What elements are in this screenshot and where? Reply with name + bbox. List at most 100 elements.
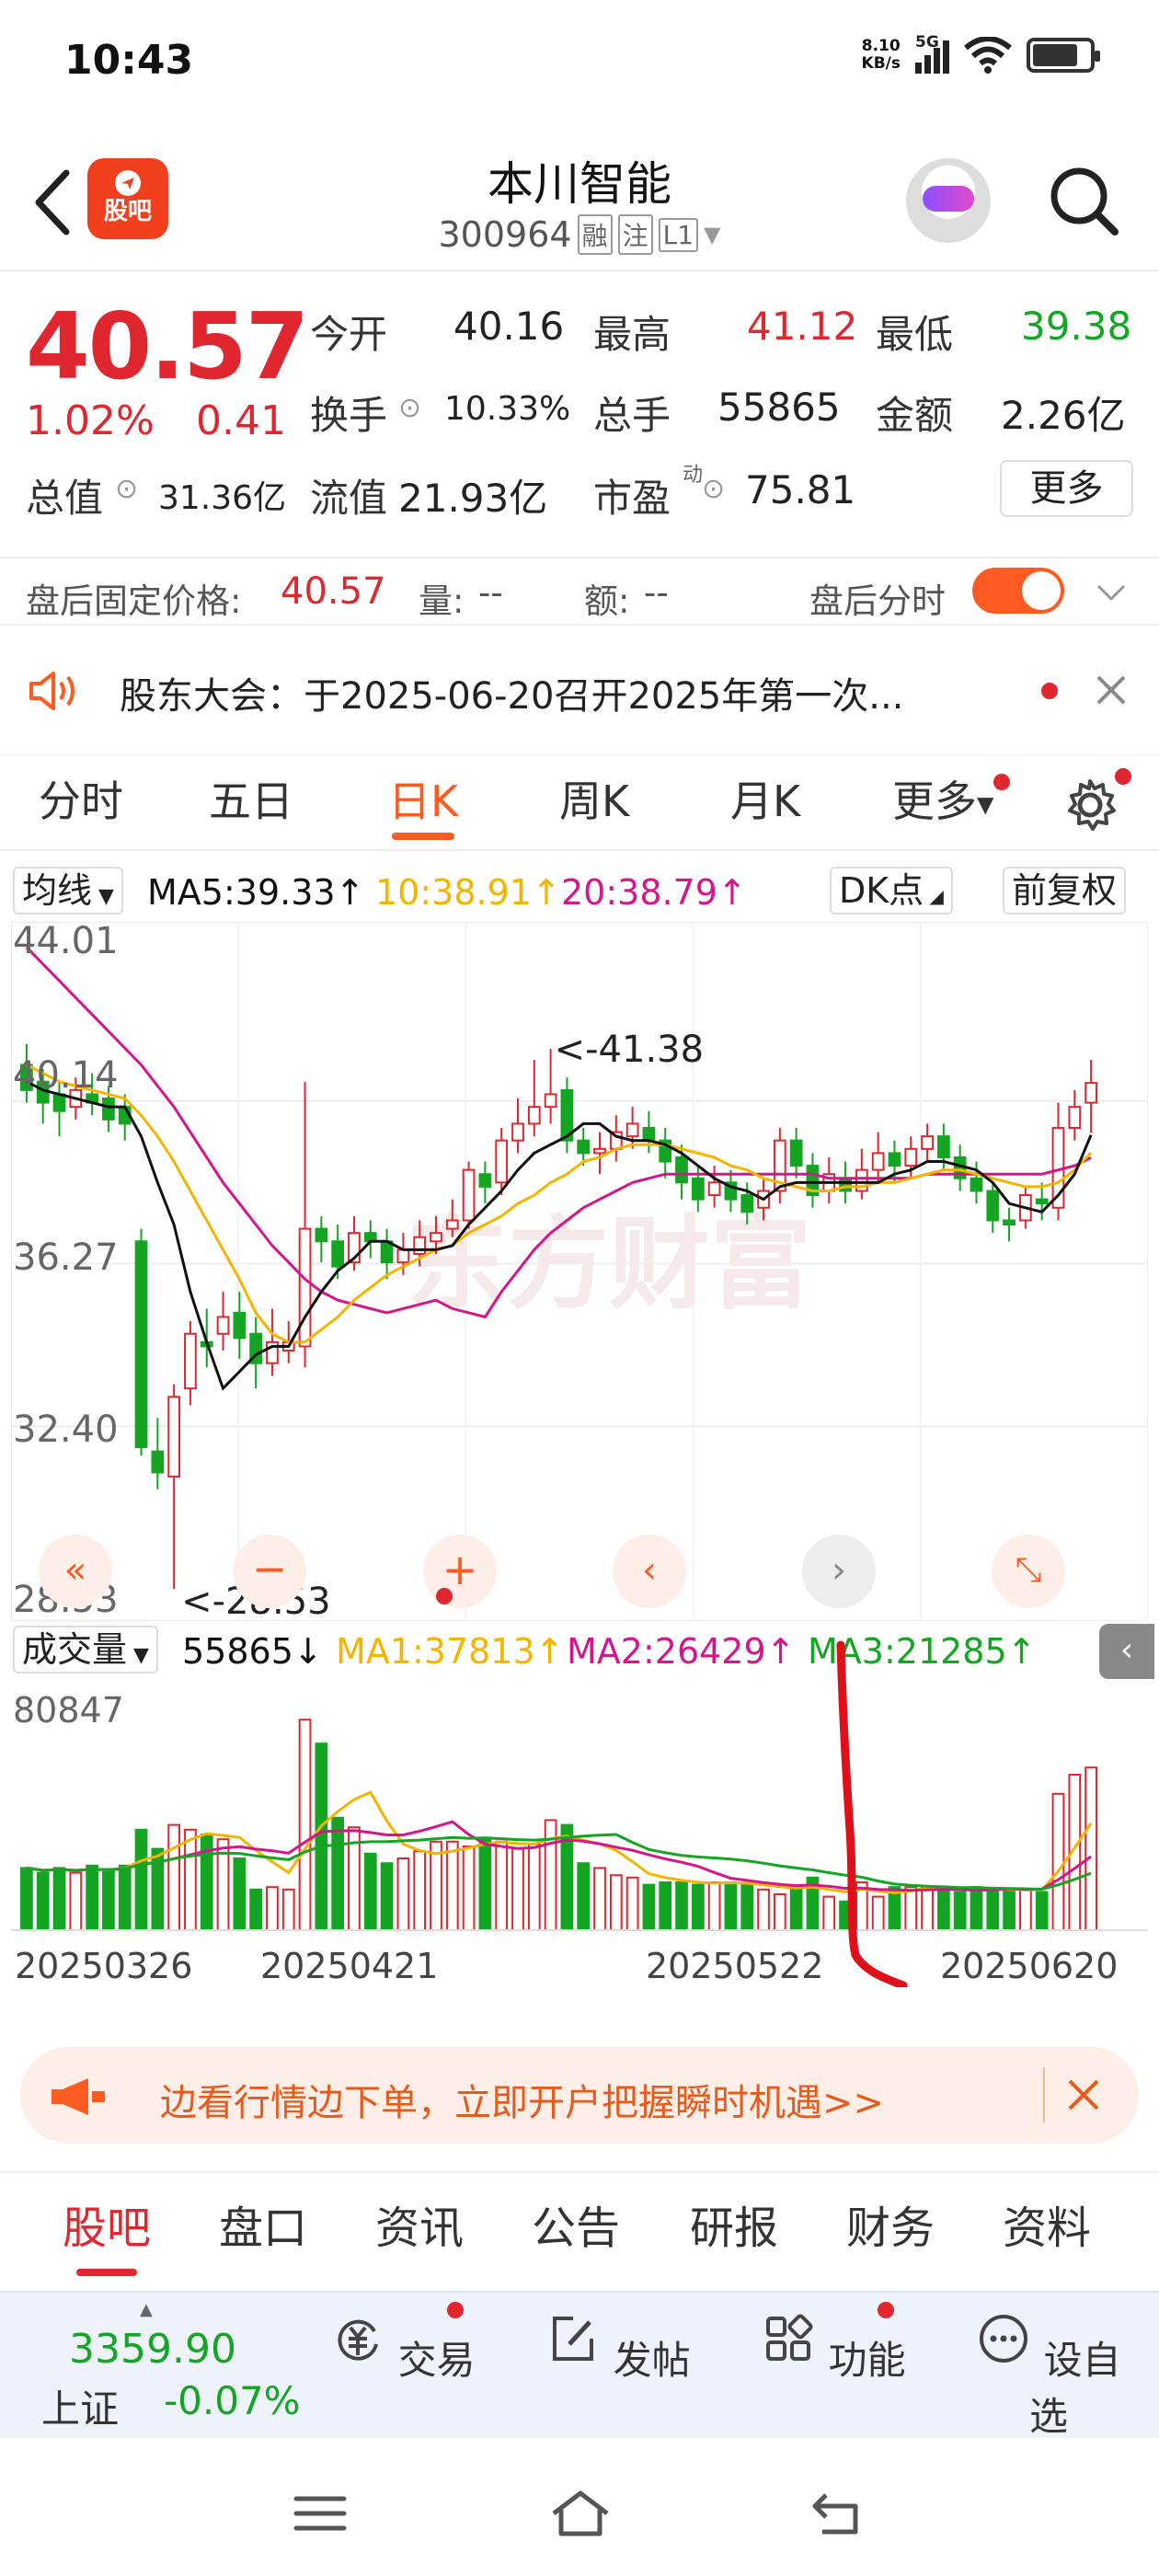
tab-intraday[interactable]: 分时: [39, 755, 123, 847]
tab-guba[interactable]: 股吧: [63, 2191, 151, 2256]
info-icon[interactable]: ⊙: [398, 392, 421, 424]
date-label: 20250421: [260, 1946, 439, 1986]
features-button[interactable]: 功能: [760, 2311, 907, 2386]
notice-bar[interactable]: 股东大会：于2025-06-20召开2025年第一次...: [0, 644, 1159, 736]
fullscreen-icon[interactable]: ⤡: [992, 1535, 1065, 1608]
after-hours-toggle[interactable]: [972, 568, 1064, 614]
status-bar: 10:43 8.10 KB/s 5G: [0, 0, 1159, 120]
close-icon[interactable]: [1065, 2076, 1102, 2113]
after-hours-vol-label: 量:: [419, 581, 465, 621]
tab-financials[interactable]: 财务: [846, 2191, 935, 2256]
tag-registration: 注: [617, 214, 653, 255]
status-icons: 8.10 KB/s 5G: [861, 33, 1100, 74]
tab-profile[interactable]: 资料: [1003, 2191, 1091, 2256]
adjust-selector[interactable]: 前复权: [1003, 867, 1127, 914]
tag-level1: L1: [658, 217, 699, 252]
notice-text: 股东大会：于2025-06-20召开2025年第一次...: [120, 675, 904, 718]
index-ticker[interactable]: ▲ 3359.90 上证 -0.07%: [0, 2293, 313, 2440]
candle-body: [298, 1227, 312, 1348]
volume-bar: [789, 1888, 803, 1932]
chevron-down-icon: ▼: [127, 1644, 149, 1667]
gear-icon[interactable]: [1061, 776, 1119, 834]
volume-bar: [363, 1852, 377, 1931]
volume-bar: [625, 1876, 639, 1932]
volume-bar: [298, 1719, 312, 1932]
trade-button[interactable]: 交易: [329, 2311, 476, 2386]
promo-banner[interactable]: 边看行情边下单，立即开户把握瞬时机遇>>: [20, 2047, 1139, 2144]
pe-superscript: 动: [683, 464, 704, 487]
volume-bar: [577, 1862, 591, 1931]
tab-more-label: 更多: [892, 776, 977, 826]
candle-body: [1035, 1198, 1049, 1205]
wifi-icon: [964, 37, 1012, 74]
change-amount: 0.41: [196, 397, 286, 444]
chevron-down-icon: ▼: [977, 791, 994, 818]
zoom-in-button[interactable]: +: [423, 1535, 497, 1608]
volume-bar: [1035, 1891, 1049, 1931]
tab-monthly-k[interactable]: 月K: [730, 755, 800, 847]
chevron-down-icon: ▼: [92, 885, 114, 908]
tab-announcements[interactable]: 公告: [532, 2191, 620, 2256]
volume-bar: [331, 1816, 345, 1931]
tab-five-day[interactable]: 五日: [209, 755, 293, 847]
chart-tabs: 分时 五日 日K 周K 月K 更多▼: [0, 754, 1159, 851]
info-icon[interactable]: ⊙: [702, 473, 725, 505]
collapse-panel-button[interactable]: ‹: [1099, 1624, 1154, 1679]
candle-body: [445, 1219, 459, 1230]
tab-daily-k[interactable]: 日K: [388, 755, 458, 847]
candle-body: [315, 1227, 328, 1243]
tab-weekly-k[interactable]: 周K: [559, 755, 629, 847]
post-button[interactable]: 发帖: [545, 2311, 692, 2386]
tab-news[interactable]: 资讯: [375, 2191, 464, 2256]
info-icon[interactable]: ⊙: [115, 473, 138, 505]
volume-bar: [1084, 1766, 1097, 1931]
signal-label: 5G: [915, 33, 939, 52]
status-time: 10:43: [64, 37, 194, 84]
indicator-selector[interactable]: 均线 ▼: [13, 867, 123, 914]
home-icon[interactable]: [548, 2488, 613, 2539]
watermark: 东方财富: [407, 1205, 811, 1323]
kline-axis-label: 44.01: [13, 922, 119, 962]
float-value: 21.93亿: [398, 476, 548, 521]
back-nav-icon[interactable]: [809, 2490, 866, 2537]
kline-axis-label: 40.14: [13, 1054, 119, 1097]
scroll-left-fast-button[interactable]: «: [39, 1535, 112, 1608]
robot-avatar[interactable]: [906, 158, 991, 243]
volume-bar: [544, 1819, 557, 1931]
net-speed-unit: KB/s: [861, 54, 901, 73]
volume-bar: [478, 1838, 492, 1931]
volume-bar: [659, 1881, 672, 1931]
chevron-down-icon[interactable]: [1095, 579, 1128, 606]
tab-more[interactable]: 更多▼: [892, 755, 993, 847]
volume-current: 55865↓: [182, 1631, 323, 1672]
volume-selector[interactable]: 成交量 ▼: [13, 1626, 158, 1673]
candle-body: [331, 1240, 345, 1268]
more-button[interactable]: 更多: [1000, 460, 1133, 517]
search-icon[interactable]: [1047, 164, 1120, 237]
tab-order-book[interactable]: 盘口: [219, 2191, 307, 2256]
menu-icon[interactable]: [293, 2493, 348, 2534]
volume-chart[interactable]: 80847: [11, 1682, 1148, 1939]
features-dot: [878, 2302, 894, 2318]
grid-icon: [766, 2314, 813, 2361]
post-label: 发帖: [613, 2338, 691, 2383]
tag-margin: 融: [577, 214, 613, 255]
volume-bar: [724, 1881, 738, 1931]
indicator-selector-label: 均线: [22, 870, 93, 911]
low-value: 39.38: [1021, 304, 1132, 349]
pe-value: 75.81: [745, 467, 856, 512]
bottom-tabs: 股吧 盘口 资讯 公告 研报 财务 资料: [0, 2171, 1159, 2272]
volume-bar: [396, 1857, 410, 1931]
volume-bar: [20, 1867, 33, 1931]
after-hours-vol: --: [478, 573, 503, 613]
candle-body: [1084, 1082, 1097, 1104]
dk-point-selector[interactable]: DK点 ◢: [830, 867, 953, 914]
scroll-left-button[interactable]: ‹: [613, 1535, 686, 1608]
add-watchlist-button[interactable]: 设自选: [975, 2311, 1122, 2442]
scroll-right-button[interactable]: ›: [802, 1535, 876, 1608]
tab-research[interactable]: 研报: [690, 2191, 778, 2256]
close-icon[interactable]: [1093, 672, 1130, 708]
zoom-out-button[interactable]: −: [233, 1535, 306, 1608]
candle-body: [184, 1332, 197, 1390]
kline-chart[interactable]: 东方财富44.0140.1436.2732.4028.53<-41.38<-28…: [11, 922, 1148, 1621]
